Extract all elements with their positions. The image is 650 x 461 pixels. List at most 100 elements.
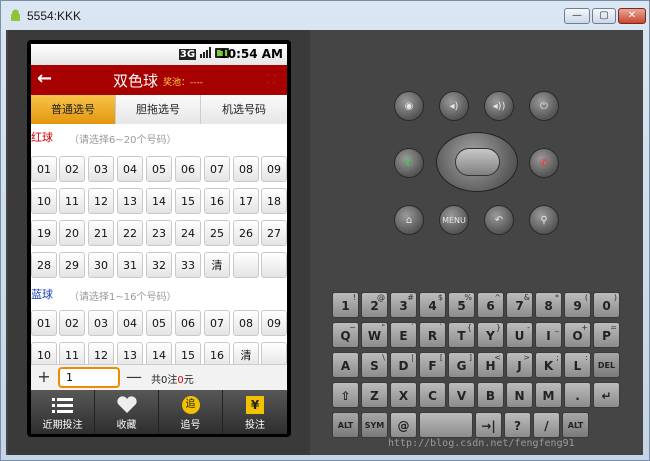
nav-favorites[interactable]: 收藏 — [95, 390, 159, 434]
key-j[interactable]: J > — [506, 352, 533, 378]
red-ball[interactable]: 20 — [59, 220, 85, 246]
red-ball[interactable]: 28 — [31, 252, 57, 278]
end-call-button[interactable]: ✆ — [529, 148, 559, 178]
red-ball[interactable]: 17 — [233, 188, 259, 214]
key-q[interactable]: Q ~ — [332, 322, 359, 348]
key-3[interactable]: 3 # — [390, 292, 417, 318]
red-ball[interactable]: 29 — [59, 252, 85, 278]
red-ball[interactable]: 08 — [233, 156, 259, 182]
key-x[interactable]: ↵ — [593, 382, 620, 408]
nav-bet[interactable]: ¥ 投注 — [223, 390, 287, 434]
key-c[interactable]: C — [419, 382, 446, 408]
red-ball[interactable]: 10 — [31, 188, 57, 214]
red-ball[interactable]: 09 — [261, 156, 287, 182]
key-7[interactable]: 7 & — [506, 292, 533, 318]
red-ball[interactable]: 21 — [88, 220, 114, 246]
key-h[interactable]: H < — [477, 352, 504, 378]
key-v[interactable]: V — [448, 382, 475, 408]
key-1[interactable]: 1! — [332, 292, 359, 318]
tab-banker-drag[interactable]: 胆拖选号 — [116, 95, 201, 124]
red-ball[interactable]: 06 — [175, 156, 201, 182]
camera-button[interactable]: ◉ — [394, 91, 424, 121]
red-ball[interactable]: 22 — [117, 220, 143, 246]
key-x[interactable]: ⇧ — [332, 382, 359, 408]
red-ball[interactable]: 13 — [117, 188, 143, 214]
maximize-button[interactable]: ▢ — [592, 8, 616, 24]
red-ball[interactable]: 04 — [117, 156, 143, 182]
key-4[interactable]: 4 $ — [419, 292, 446, 318]
volume-down-button[interactable]: ◂) — [439, 91, 469, 121]
key-a[interactable]: A — [332, 352, 359, 378]
key-5[interactable]: 5% — [448, 292, 475, 318]
key-s[interactable]: S \ — [361, 352, 388, 378]
red-ball[interactable]: 25 — [204, 220, 230, 246]
key-2[interactable]: 2 @ — [361, 292, 388, 318]
decrease-button[interactable]: — — [124, 367, 144, 389]
blue-ball[interactable]: 02 — [59, 310, 85, 336]
power-button[interactable]: ⏻ — [529, 91, 559, 121]
nav-chase[interactable]: 追 追号 — [159, 390, 223, 434]
key-g[interactable]: G] — [448, 352, 475, 378]
red-ball[interactable]: 26 — [233, 220, 259, 246]
key-x[interactable]: X — [390, 382, 417, 408]
red-ball[interactable]: 14 — [146, 188, 172, 214]
key-d[interactable]: D | — [390, 352, 417, 378]
blue-ball[interactable]: 03 — [88, 310, 114, 336]
blue-ball[interactable]: 09 — [261, 310, 287, 336]
key-space[interactable] — [419, 412, 473, 438]
key-x[interactable]: / — [533, 412, 560, 438]
minimize-button[interactable]: — — [564, 8, 590, 24]
key-0[interactable]: 0) — [593, 292, 620, 318]
key-alt[interactable]: ALT — [332, 412, 359, 438]
blue-ball[interactable]: 07 — [204, 310, 230, 336]
key-del[interactable]: DEL — [593, 352, 620, 378]
key-i[interactable]: I _ — [535, 322, 562, 348]
red-ball[interactable]: 19 — [31, 220, 57, 246]
key-f[interactable]: F[ — [419, 352, 446, 378]
red-ball[interactable]: 12 — [88, 188, 114, 214]
red-ball[interactable]: 02 — [59, 156, 85, 182]
blue-ball[interactable]: 05 — [146, 310, 172, 336]
red-ball[interactable]: 03 — [88, 156, 114, 182]
nav-recent-bets[interactable]: 近期投注 — [31, 390, 95, 434]
key-p[interactable]: P = — [593, 322, 620, 348]
blue-ball[interactable]: 04 — [117, 310, 143, 336]
red-clear-button[interactable]: 清 — [204, 252, 230, 278]
red-ball[interactable]: 18 — [261, 188, 287, 214]
volume-up-button[interactable]: ◂)) — [484, 91, 514, 121]
blue-ball[interactable]: 01 — [31, 310, 57, 336]
key-x[interactable]: ? — [504, 412, 531, 438]
key-sym[interactable]: SYM — [361, 412, 388, 438]
key-k[interactable]: K; — [535, 352, 562, 378]
red-ball[interactable]: 16 — [204, 188, 230, 214]
key-y[interactable]: Y} — [477, 322, 504, 348]
key-w[interactable]: W " — [361, 322, 388, 348]
key-b[interactable]: B — [477, 382, 504, 408]
key-9[interactable]: 9( — [564, 292, 591, 318]
key-8[interactable]: 8 * — [535, 292, 562, 318]
home-button[interactable]: ⌂ — [394, 205, 424, 235]
key-u[interactable]: U- — [506, 322, 533, 348]
increase-button[interactable]: + — [34, 367, 54, 389]
key-6[interactable]: 6 ^ — [477, 292, 504, 318]
menu-button[interactable]: MENU — [439, 205, 469, 235]
red-ball[interactable]: 23 — [146, 220, 172, 246]
key-x[interactable]: . — [564, 382, 591, 408]
key-o[interactable]: O + — [564, 322, 591, 348]
red-ball[interactable]: 27 — [261, 220, 287, 246]
red-ball[interactable]: 24 — [175, 220, 201, 246]
red-ball[interactable]: 33 — [175, 252, 201, 278]
key-t[interactable]: T{ — [448, 322, 475, 348]
red-ball[interactable]: 31 — [117, 252, 143, 278]
tab-machine-pick[interactable]: 机选号码 — [201, 95, 287, 124]
key-l[interactable]: L: — [564, 352, 591, 378]
red-ball[interactable]: 15 — [175, 188, 201, 214]
key-xx[interactable]: →| — [475, 412, 502, 438]
key-z[interactable]: Z — [361, 382, 388, 408]
tab-normal-pick[interactable]: 普通选号 — [31, 95, 116, 124]
blue-ball[interactable]: 08 — [233, 310, 259, 336]
close-button[interactable]: ✕ — [618, 8, 646, 24]
red-ball[interactable]: 32 — [146, 252, 172, 278]
call-button[interactable]: ✆ — [394, 148, 424, 178]
key-alt[interactable]: ALT — [562, 412, 589, 438]
